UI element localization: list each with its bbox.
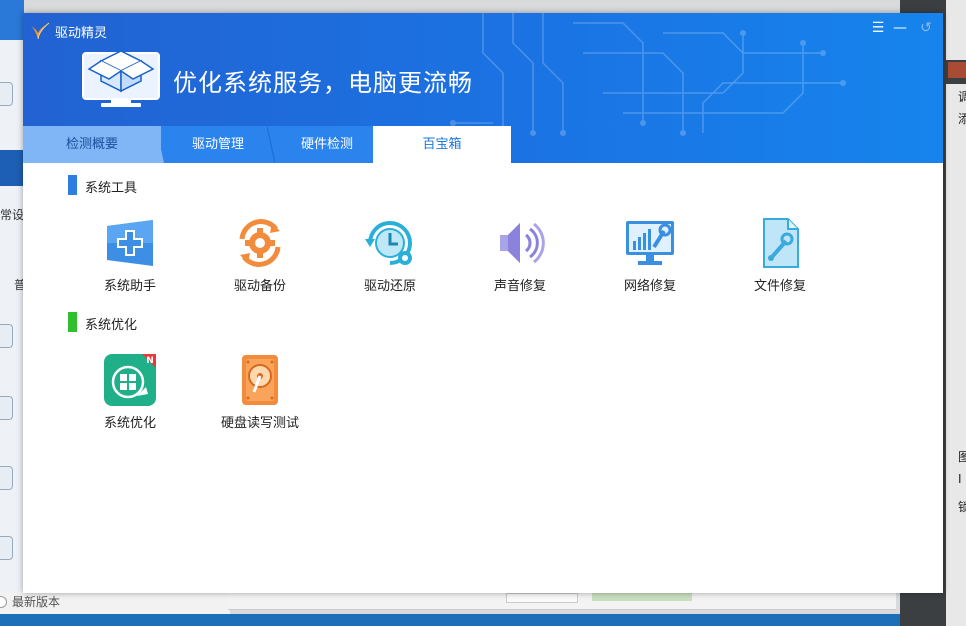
background-device-icon: [0, 466, 13, 490]
tab-separator: [373, 126, 381, 163]
tool-driver-restore[interactable]: 驱动还原: [335, 217, 445, 297]
background-button-1: [506, 593, 578, 603]
tool-driver-backup[interactable]: 驱动备份: [205, 217, 315, 297]
tab-bar: 驱动管理 硬件检测 检测概要 百宝箱: [23, 126, 943, 163]
app-logo-icon: [31, 22, 50, 40]
tool-label: 驱动还原: [363, 279, 416, 294]
banner-title: 优化系统服务，电脑更流畅: [173, 69, 473, 97]
tab-separator: [267, 126, 275, 163]
tool-label: 文件修复: [753, 279, 806, 294]
background-right-text-4: I: [958, 472, 962, 486]
toolbox-monitor-icon: [82, 50, 160, 107]
background-button-2: [592, 593, 692, 601]
tab-hardware-detection[interactable]: 硬件检测: [273, 126, 381, 163]
section-marker: [68, 175, 77, 195]
main-window: 驱动精灵 ☰ — ↺ 优化系统服务，电脑更流畅 驱动管理 硬件检测 检测概要 百…: [23, 13, 943, 593]
tab-separator: [156, 126, 164, 163]
tool-label: 系统助手: [103, 279, 156, 294]
section-title: 系统工具: [85, 181, 138, 196]
tool-sound-repair[interactable]: 声音修复: [465, 217, 575, 297]
tool-label: 网络修复: [623, 279, 676, 294]
rocket-windows-icon: N: [104, 354, 156, 406]
app-title: 驱动精灵: [55, 26, 108, 41]
background-taskbar: [0, 614, 966, 626]
background-gear-icon: [0, 82, 13, 106]
clock-restore-icon: [365, 221, 412, 265]
close-back-button[interactable]: ↺: [917, 19, 935, 37]
background-bottom-window: [228, 593, 896, 610]
tool-network-repair[interactable]: 网络修复: [595, 217, 705, 297]
tool-label: 声音修复: [493, 279, 546, 294]
background-right-text-2: 添: [958, 112, 966, 126]
background-battery-icon: [0, 536, 13, 560]
background-right-swatch: [948, 62, 966, 78]
tab-driver-management[interactable]: 驱动管理: [159, 126, 277, 163]
file-wrench-icon: [763, 218, 799, 268]
tool-label: 驱动备份: [233, 279, 286, 294]
windows-plus-icon: [107, 220, 153, 266]
menu-button[interactable]: ☰: [869, 19, 887, 37]
new-badge: N: [146, 356, 154, 366]
background-radio: [0, 596, 7, 608]
background-right-panel-bottom: [946, 446, 966, 626]
background-monitor-icon: [0, 396, 13, 420]
section-marker: [68, 312, 77, 332]
background-right-panel-top: [946, 0, 966, 60]
tool-system-optimize[interactable]: N 系统优化: [75, 354, 185, 434]
background-right-panel-mid: [946, 84, 966, 464]
background-footer-text: 最新版本: [12, 595, 61, 609]
tool-system-assistant[interactable]: 系统助手: [75, 217, 185, 297]
background-right-text-1: 调: [958, 90, 966, 104]
section-title: 系统优化: [85, 318, 138, 333]
speaker-icon: [500, 222, 545, 264]
minimize-button[interactable]: —: [891, 19, 909, 37]
tool-label: 硬盘读写测试: [220, 416, 299, 431]
monitor-wrench-icon: [626, 221, 674, 265]
background-left-strip: [0, 0, 24, 40]
tool-label: 系统优化: [103, 416, 156, 431]
tab-toolbox[interactable]: 百宝箱: [373, 126, 511, 163]
hard-disk-icon: [242, 355, 278, 405]
background-wifi-icon: [0, 324, 13, 348]
tool-file-repair[interactable]: 文件修复: [725, 217, 835, 297]
background-left-dark-strip: [0, 150, 24, 186]
tab-overview[interactable]: 检测概要: [23, 126, 161, 163]
tool-disk-speed-test[interactable]: 硬盘读写测试: [205, 354, 315, 434]
gear-backup-icon: [239, 219, 281, 267]
background-left-text-1: 常设: [0, 208, 25, 222]
background-right-text-3: 图: [958, 450, 966, 464]
background-right-text-5: 锁: [958, 500, 966, 514]
background-left-window: 常设 普: [0, 0, 26, 626]
window-header: 驱动精灵 ☰ — ↺ 优化系统服务，电脑更流畅 驱动管理 硬件检测 检测概要 百…: [23, 13, 943, 163]
